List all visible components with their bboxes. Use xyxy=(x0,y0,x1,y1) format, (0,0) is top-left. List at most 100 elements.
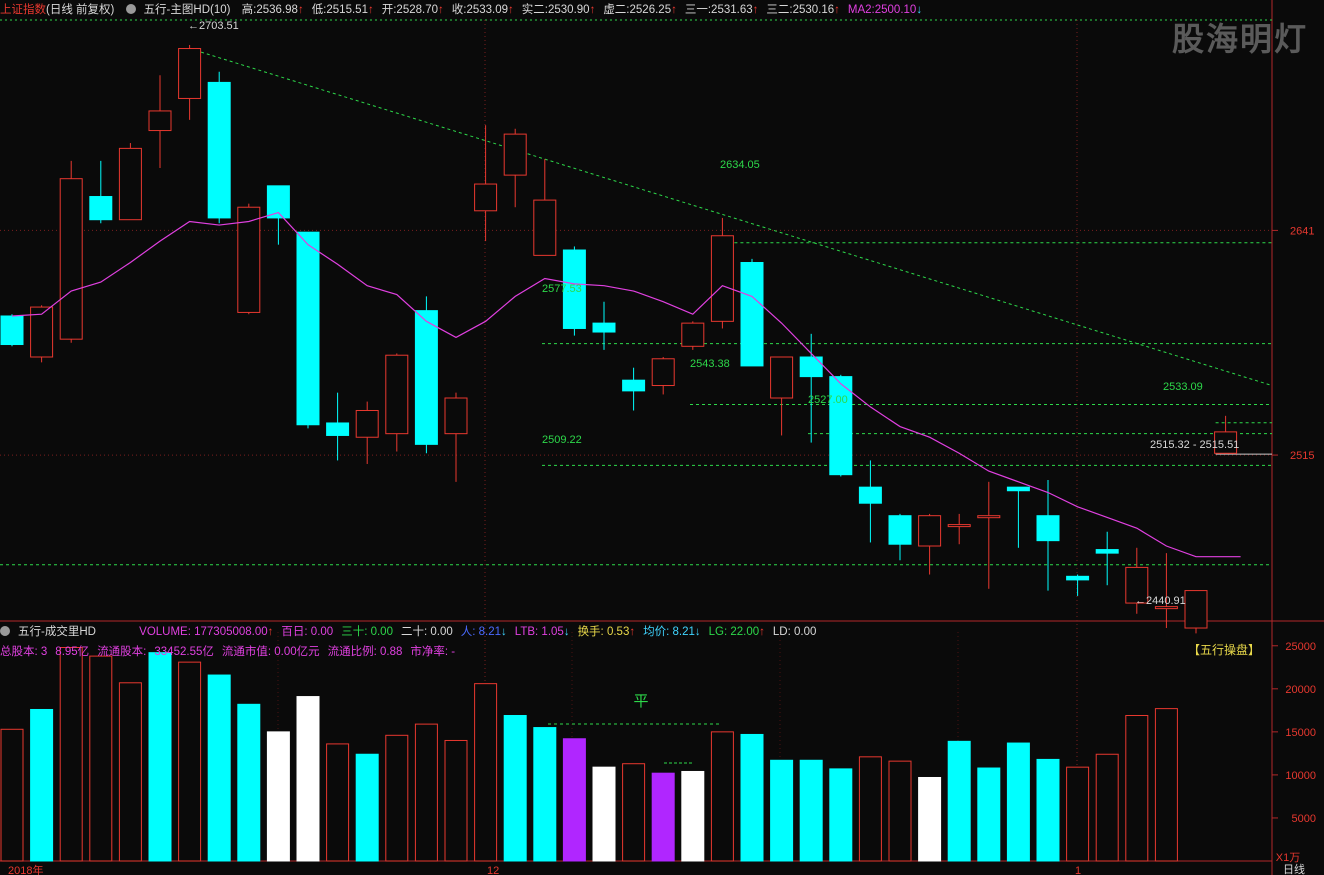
price-volume-chart: 2641 2515 ←2703.51 2634.05 2577.53 2543.38 252… xyxy=(0,0,1324,875)
candle-body xyxy=(207,81,231,219)
arrow-up-icon: ↑ xyxy=(438,4,444,16)
stat-3: 收:2533.09↑ xyxy=(452,0,514,20)
x-axis-label: 2018年 xyxy=(8,863,43,875)
stat-value: 2515.51 xyxy=(326,4,368,16)
candle-body xyxy=(326,422,350,436)
volume-bar xyxy=(977,767,1001,862)
volume-bar xyxy=(474,683,498,862)
volume-bar xyxy=(1095,753,1119,862)
candle-body xyxy=(444,397,468,435)
price-tick-label: 2641 xyxy=(1290,225,1314,237)
annotation-level: 2533.09 xyxy=(1163,381,1203,393)
volume-bar xyxy=(562,738,586,862)
stat-5: 虚二:2526.25↑ xyxy=(603,0,677,20)
volume-bar xyxy=(30,708,54,862)
candle-body xyxy=(1095,549,1119,554)
arrow-down-icon: ↓ xyxy=(501,626,507,638)
candle-body xyxy=(947,524,971,528)
annotation-level: 2634.05 xyxy=(720,159,760,171)
volume-tick-label: 20000 xyxy=(1285,684,1316,696)
volume-unit-label: X1万 xyxy=(1276,852,1300,864)
arrow-up-icon: ↑ xyxy=(671,4,677,16)
candle-body xyxy=(414,310,438,445)
arrow-down-icon: ↓ xyxy=(694,626,701,638)
settings-icon[interactable] xyxy=(125,4,136,14)
volume-header: 五行-成交里HD VOLUME: 177305008.00↑ 百日: 0.00 三十… xyxy=(0,622,1272,642)
x-axis-label: 12 xyxy=(487,865,499,875)
stat-label: 虚二: xyxy=(603,4,630,16)
candle-body xyxy=(681,322,705,347)
volume-bar xyxy=(858,756,882,862)
stat-value: 2536.98 xyxy=(256,4,298,16)
stat-label: 三二: xyxy=(766,4,793,16)
volume-indicator-name[interactable]: 五行-成交里HD xyxy=(18,622,96,642)
stat-label: 高: xyxy=(241,4,257,16)
period-tab: 日线 xyxy=(1283,862,1305,875)
annotation-high: ←2703.51 xyxy=(188,20,239,32)
arrow-up-icon: ↑ xyxy=(297,4,304,16)
volume-bar xyxy=(651,772,675,862)
settings-icon[interactable] xyxy=(0,626,10,636)
volume-bar xyxy=(503,715,527,862)
volume-bar xyxy=(355,753,379,862)
candle-body xyxy=(858,486,882,504)
arrow-up-icon: ↑ xyxy=(759,626,765,638)
volume-bar xyxy=(148,652,172,862)
price-tick-label: 2515 xyxy=(1290,450,1314,462)
arrow-up-icon: ↑ xyxy=(629,626,636,638)
annotation-low: ←2440.91 xyxy=(1135,595,1186,607)
volume-bar xyxy=(1036,758,1060,862)
volume-bar xyxy=(533,727,557,862)
stat-8: MA2:2500.10↓ xyxy=(848,0,922,20)
candle-body xyxy=(918,515,942,547)
volume-stat-9: LD: 0.00 xyxy=(772,626,817,638)
x-axis-label: 1 xyxy=(1075,865,1081,875)
candle-body xyxy=(770,356,794,399)
volume-bar xyxy=(710,731,734,862)
watermark: 股海明灯 xyxy=(1171,20,1308,58)
indicator-name[interactable]: 五行-主图HD(10) xyxy=(144,0,231,20)
stat-value: 2530.90 xyxy=(547,4,590,16)
stat-0: 高:2536.98↑ xyxy=(242,0,304,20)
volume-stat-8: LG: 22.00↑ xyxy=(709,622,765,642)
volume-bar xyxy=(178,661,202,862)
volume-bar xyxy=(296,696,320,862)
volume-stat-6: 换手: 0.53↑ xyxy=(578,622,636,642)
volume-bar xyxy=(0,728,24,862)
index-name[interactable]: 上证指数 xyxy=(0,0,46,20)
volume-bar xyxy=(89,655,113,862)
volume-bar xyxy=(385,734,409,862)
volume-stat-3: 二十: 0.00 xyxy=(400,626,453,638)
candle-body xyxy=(385,354,409,435)
volume-bar xyxy=(207,674,231,862)
candle-body xyxy=(622,379,646,392)
candle-body xyxy=(178,48,202,99)
stock-stat-2: 流通股本: xyxy=(97,646,147,658)
candle-body xyxy=(296,231,320,426)
annotation-level: 2543.38 xyxy=(690,358,730,370)
candle-body xyxy=(829,376,853,476)
volume-bar xyxy=(326,743,350,862)
volume-bar xyxy=(1066,766,1090,862)
candle-body xyxy=(474,183,498,212)
candle-body xyxy=(888,515,912,545)
trend-line xyxy=(189,48,1273,387)
candle-body xyxy=(1066,575,1090,581)
stat-value: 2533.09 xyxy=(466,4,509,16)
stat-6: 三一:2531.63↑ xyxy=(685,0,759,20)
volume-bar xyxy=(740,733,764,862)
volume-bar xyxy=(59,646,83,862)
arrow-up-icon: ↑ xyxy=(267,626,274,638)
candle-body xyxy=(148,110,172,132)
volume-bar xyxy=(622,763,646,862)
volume-bar xyxy=(237,703,261,862)
volume-stats: VOLUME: 177305008.00↑ 百日: 0.00 三十: 0.00 二十:… xyxy=(139,622,824,642)
volume-bar xyxy=(592,766,616,862)
stock-stat-5: 流通比例: 0.88 xyxy=(327,646,403,658)
arrow-down-icon: ↓ xyxy=(563,626,570,638)
stat-value: 2531.63 xyxy=(711,4,753,16)
candle-body xyxy=(533,199,557,256)
candle-body xyxy=(977,515,1001,519)
volume-bar xyxy=(829,768,853,862)
stat-label: MA2: xyxy=(847,4,875,16)
